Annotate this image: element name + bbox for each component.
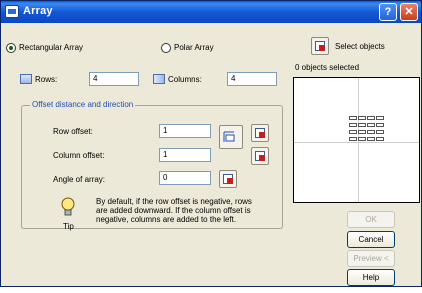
pick-row-offset-icon bbox=[255, 128, 265, 138]
title-bar[interactable]: Array ? ✕ bbox=[1, 1, 421, 23]
pick-both-offsets-icon bbox=[223, 131, 235, 142]
row-offset-label: Row offset: bbox=[53, 127, 93, 136]
select-objects-icon bbox=[315, 41, 325, 51]
angle-input[interactable]: 0 bbox=[159, 171, 211, 185]
offset-group-label: Offset distance and direction bbox=[30, 100, 136, 109]
polar-array-radio[interactable] bbox=[161, 43, 171, 53]
columns-icon bbox=[153, 74, 165, 84]
rectangular-array-label[interactable]: Rectangular Array bbox=[19, 43, 83, 52]
pick-column-offset-icon bbox=[255, 151, 265, 161]
row-offset-input[interactable]: 1 bbox=[159, 124, 211, 138]
rows-icon bbox=[20, 74, 32, 84]
columns-input[interactable]: 4 bbox=[227, 72, 277, 86]
rectangular-array-radio[interactable] bbox=[6, 43, 16, 53]
tip-lightbulb-icon bbox=[61, 197, 75, 216]
select-objects-button[interactable] bbox=[311, 37, 329, 55]
pick-column-offset-button[interactable] bbox=[251, 147, 269, 165]
rows-label: Rows: bbox=[35, 75, 58, 84]
tip-text: By default, if the row offset is negativ… bbox=[96, 197, 252, 224]
close-icon[interactable]: ✕ bbox=[400, 3, 418, 21]
column-offset-input[interactable]: 1 bbox=[159, 148, 211, 162]
selection-status: 0 objects selected bbox=[295, 63, 360, 72]
tip-label: Tip bbox=[63, 222, 74, 231]
window-title: Array bbox=[23, 5, 53, 17]
array-dialog: Array ? ✕ Rectangular Array Polar Array … bbox=[0, 0, 422, 287]
preview-button[interactable]: Preview < bbox=[347, 250, 395, 267]
polar-array-label[interactable]: Polar Array bbox=[174, 43, 214, 52]
pick-both-offsets-button[interactable] bbox=[219, 125, 243, 149]
pick-angle-button[interactable] bbox=[219, 170, 237, 188]
rows-input[interactable]: 4 bbox=[89, 72, 139, 86]
help-icon[interactable]: ? bbox=[379, 3, 397, 21]
ok-button[interactable]: OK bbox=[347, 211, 395, 228]
pick-angle-icon bbox=[223, 174, 233, 184]
pick-row-offset-button[interactable] bbox=[251, 124, 269, 142]
cancel-button[interactable]: Cancel bbox=[347, 231, 395, 248]
columns-label: Columns: bbox=[168, 75, 202, 84]
select-objects-label: Select objects bbox=[335, 42, 385, 51]
array-preview bbox=[293, 77, 420, 203]
angle-label: Angle of array: bbox=[53, 175, 106, 184]
column-offset-label: Column offset: bbox=[53, 151, 105, 160]
app-icon bbox=[5, 5, 19, 18]
help-button[interactable]: Help bbox=[347, 269, 395, 286]
